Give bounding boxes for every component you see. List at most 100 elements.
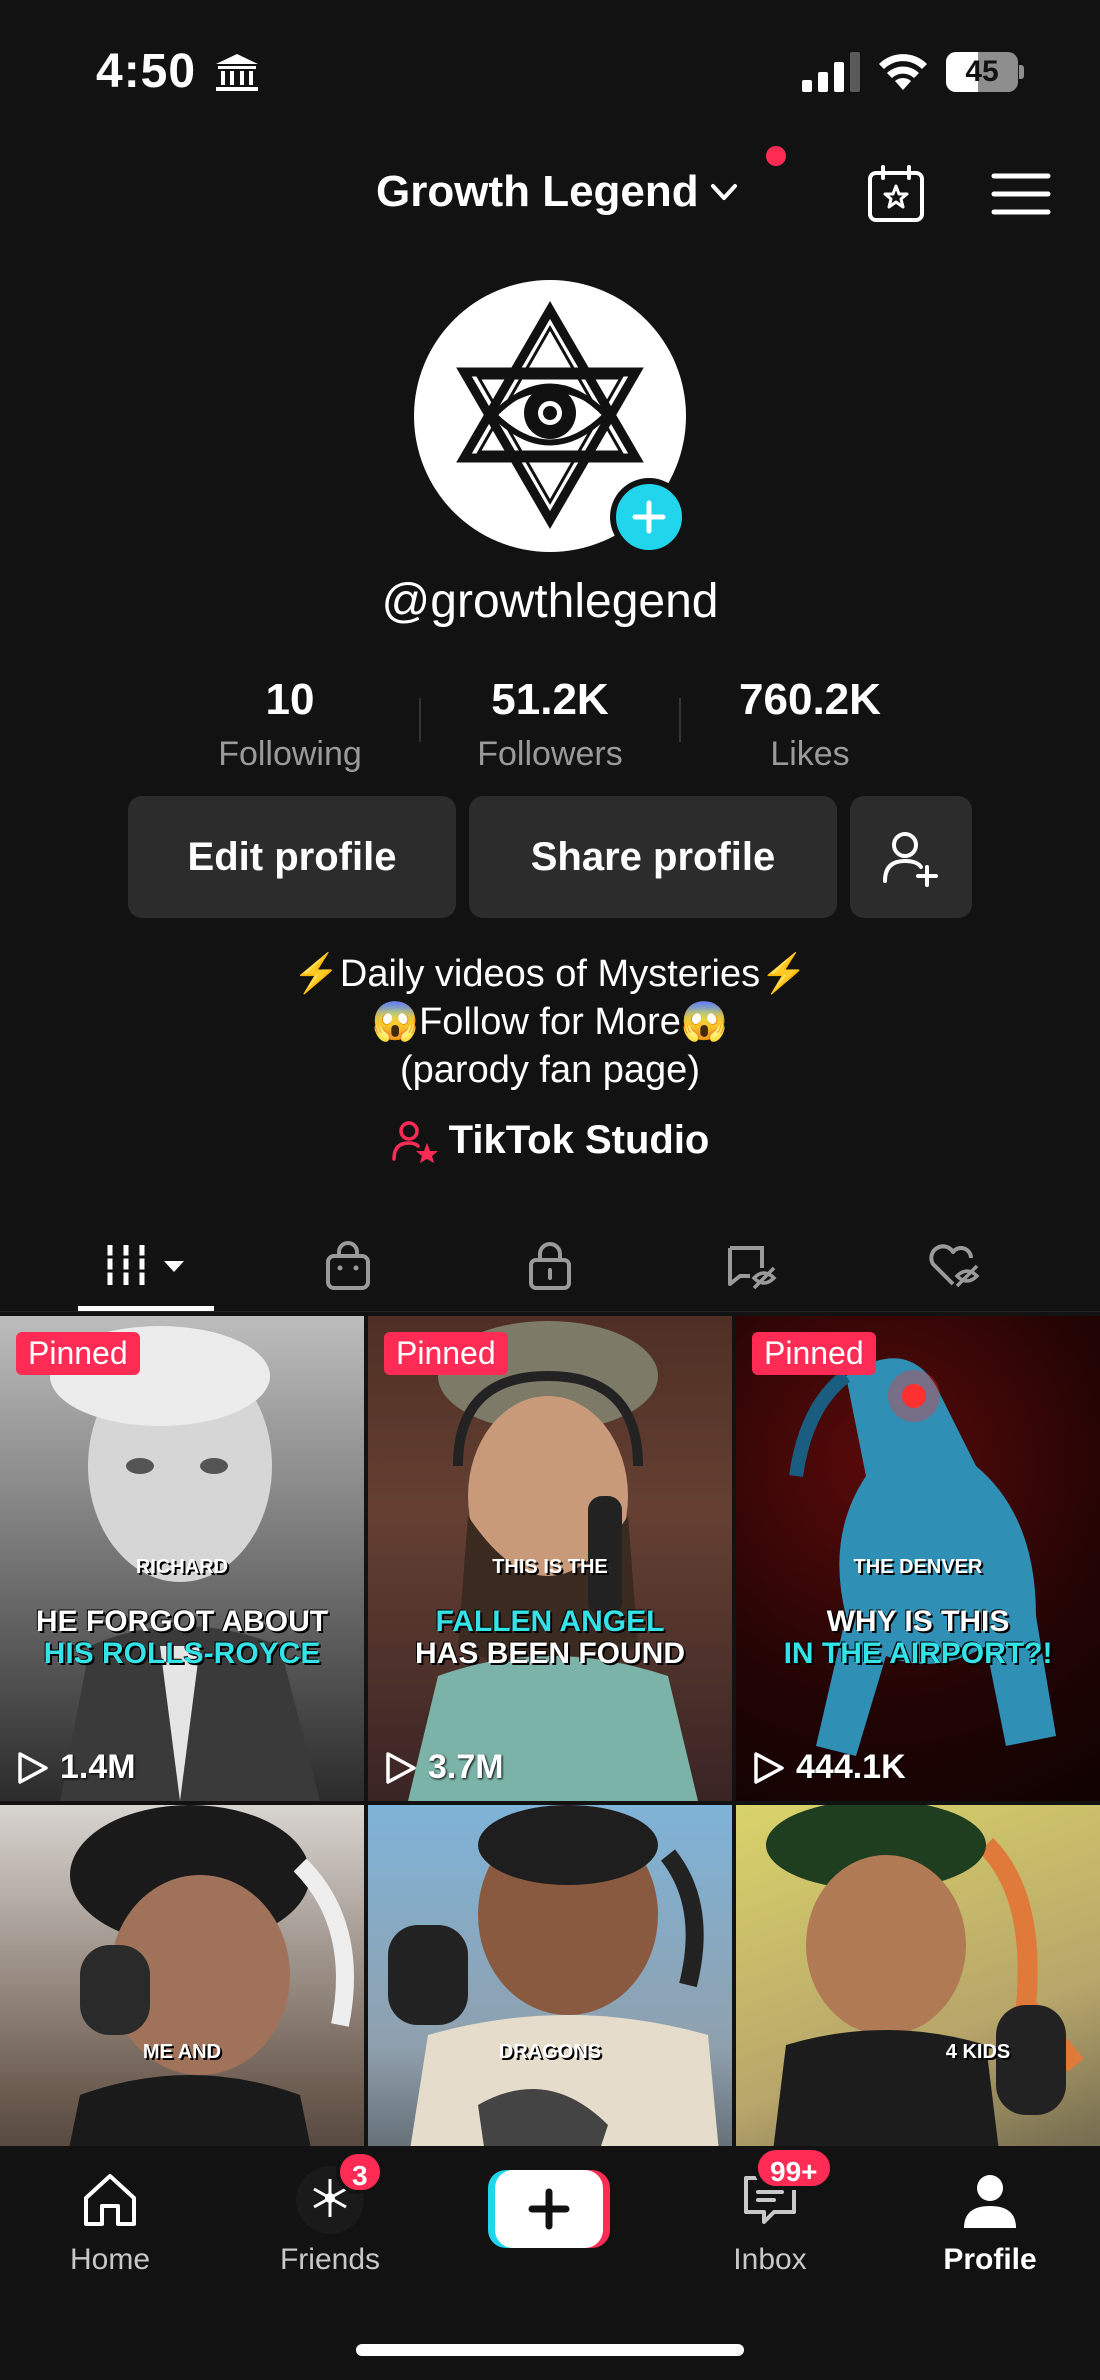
battery-percent: 45	[965, 55, 999, 88]
add-friend-button[interactable]	[850, 796, 972, 918]
reposts-icon	[728, 1246, 777, 1290]
profile-stats: 10 Following 51.2K Followers 760.2K Like…	[0, 668, 1100, 778]
nav-home[interactable]: Home	[30, 2160, 190, 2280]
video-caption-line: HIS ROLLS-ROYCE	[43, 1637, 321, 1670]
friends-badge: 3	[336, 2150, 384, 2194]
video-thumbnail	[388, 1805, 719, 2146]
video-caption-line: HAS BEEN FOUND	[414, 1637, 685, 1670]
view-count: 444.1K	[750, 1748, 906, 1787]
account-name: Growth Legend	[376, 167, 699, 216]
pinned-badge: Pinned	[16, 1332, 140, 1375]
stat-following[interactable]: 10 Following	[190, 668, 390, 776]
menu-icon[interactable]	[990, 170, 1052, 218]
video-tile[interactable]: 4 KIDS	[736, 1805, 1100, 2146]
tiktok-studio-label: TikTok Studio	[448, 1118, 710, 1162]
video-tile[interactable]: Pinned THE DENVER WHY IS THIS IN THE AIR…	[736, 1316, 1100, 1801]
bio-line: (parody fan page)	[400, 1049, 700, 1091]
nav-inbox[interactable]: Inbox 99+	[690, 2146, 850, 2280]
stat-value: 760.2K	[739, 675, 881, 724]
bio-line: ⚡Daily videos of Mysteries⚡	[292, 953, 808, 995]
wifi-icon	[879, 54, 927, 90]
create-plus-icon	[488, 2170, 610, 2248]
view-count-value: 444.1K	[796, 1748, 906, 1786]
active-tab-indicator	[78, 1306, 214, 1311]
video-tile[interactable]: Pinned RICHARD HE FORGOT ABOUT HIS ROLLS…	[0, 1316, 364, 1801]
tab-private[interactable]	[470, 1220, 630, 1312]
profile-icon	[964, 2175, 1016, 2228]
stat-followers[interactable]: 51.2K Followers	[450, 668, 650, 776]
profile-header: Growth Legend	[0, 150, 1100, 230]
studio-person-star-icon	[391, 1120, 438, 1163]
stat-label: Followers	[477, 735, 623, 773]
video-caption-small: 4 KIDS	[945, 2041, 1011, 2063]
tab-liked[interactable]	[874, 1220, 1034, 1312]
account-switcher[interactable]: Growth Legend	[376, 164, 741, 220]
video-thumbnail	[766, 1805, 1084, 2146]
stat-value: 10	[265, 675, 315, 724]
pinned-badge: Pinned	[752, 1332, 876, 1375]
status-bar: 4:50 45	[0, 0, 1100, 140]
tab-shop[interactable]	[268, 1220, 428, 1312]
nav-profile[interactable]: Profile	[910, 2160, 1070, 2280]
bio-line: 😱Follow for More😱	[371, 1001, 729, 1043]
stat-value: 51.2K	[491, 675, 609, 724]
nav-label: Friends	[279, 2243, 381, 2276]
nav-friends[interactable]: Friends 3	[250, 2150, 410, 2280]
tiktok-studio-link[interactable]: TikTok Studio	[0, 1118, 1100, 1163]
stat-label: Following	[218, 735, 362, 773]
create-button[interactable]	[488, 2170, 610, 2248]
video-tile[interactable]: ME AND	[0, 1805, 364, 2146]
nav-label: Inbox	[733, 2243, 807, 2276]
status-time: 4:50	[96, 45, 197, 98]
view-count: 1.4M	[14, 1748, 136, 1787]
video-tile[interactable]: DRAGONS	[368, 1805, 732, 2146]
tab-reposts[interactable]	[672, 1220, 832, 1312]
nav-label: Profile	[943, 2243, 1037, 2276]
stat-likes[interactable]: 760.2K Likes	[710, 668, 910, 776]
stat-label: Likes	[770, 735, 850, 773]
video-caption-line: FALLEN ANGEL	[435, 1605, 665, 1638]
liked-hidden-icon	[929, 1244, 980, 1288]
video-caption-small: RICHARD	[135, 1556, 229, 1578]
video-caption-small: DRAGONS	[498, 2041, 602, 2063]
view-count-value: 1.4M	[60, 1748, 136, 1786]
chevron-down-icon	[710, 184, 737, 200]
pinned-badge: Pinned	[384, 1332, 508, 1375]
video-grid: Pinned RICHARD HE FORGOT ABOUT HIS ROLLS…	[0, 1316, 1100, 2146]
videos-grid-icon	[104, 1245, 184, 1285]
tab-videos[interactable]	[66, 1220, 226, 1312]
video-caption-line: IN THE AIRPORT?!	[783, 1637, 1053, 1670]
edit-profile-button[interactable]: Edit profile	[128, 796, 456, 918]
view-count: 3.7M	[382, 1748, 504, 1787]
play-icon	[386, 1751, 416, 1784]
home-icon	[84, 2174, 136, 2226]
profile-bio: ⚡Daily videos of Mysteries⚡ 😱Follow for …	[0, 950, 1100, 1094]
video-caption-small: ME AND	[142, 2041, 222, 2063]
play-icon	[754, 1751, 784, 1784]
divider	[679, 698, 681, 742]
notification-dot	[766, 146, 786, 166]
play-icon	[18, 1751, 48, 1784]
nav-label: Home	[69, 2243, 151, 2276]
video-tile[interactable]: Pinned THIS IS THE FALLEN ANGEL HAS BEEN…	[368, 1316, 732, 1801]
battery-icon: 45	[946, 52, 1024, 92]
divider	[419, 698, 421, 742]
shop-bag-icon	[326, 1241, 370, 1290]
add-person-icon	[883, 832, 938, 887]
signal-icon	[802, 52, 860, 92]
share-profile-button[interactable]: Share profile	[469, 796, 837, 918]
video-caption-small: THE DENVER	[853, 1556, 983, 1578]
home-indicator	[356, 2344, 744, 2356]
content-tabs	[0, 1220, 1100, 1312]
view-count-value: 3.7M	[428, 1748, 504, 1786]
add-avatar-button[interactable]	[610, 478, 688, 556]
inbox-badge: 99+	[754, 2146, 834, 2190]
private-lock-icon	[529, 1242, 571, 1290]
plus-icon	[632, 500, 666, 534]
video-caption-line: HE FORGOT ABOUT	[35, 1605, 329, 1638]
video-thumbnail	[69, 1805, 354, 2146]
bank-icon	[216, 54, 258, 91]
calendar-star-icon[interactable]	[866, 164, 926, 224]
video-caption-line: WHY IS THIS	[826, 1605, 1010, 1638]
username: @growthlegend	[381, 575, 719, 628]
